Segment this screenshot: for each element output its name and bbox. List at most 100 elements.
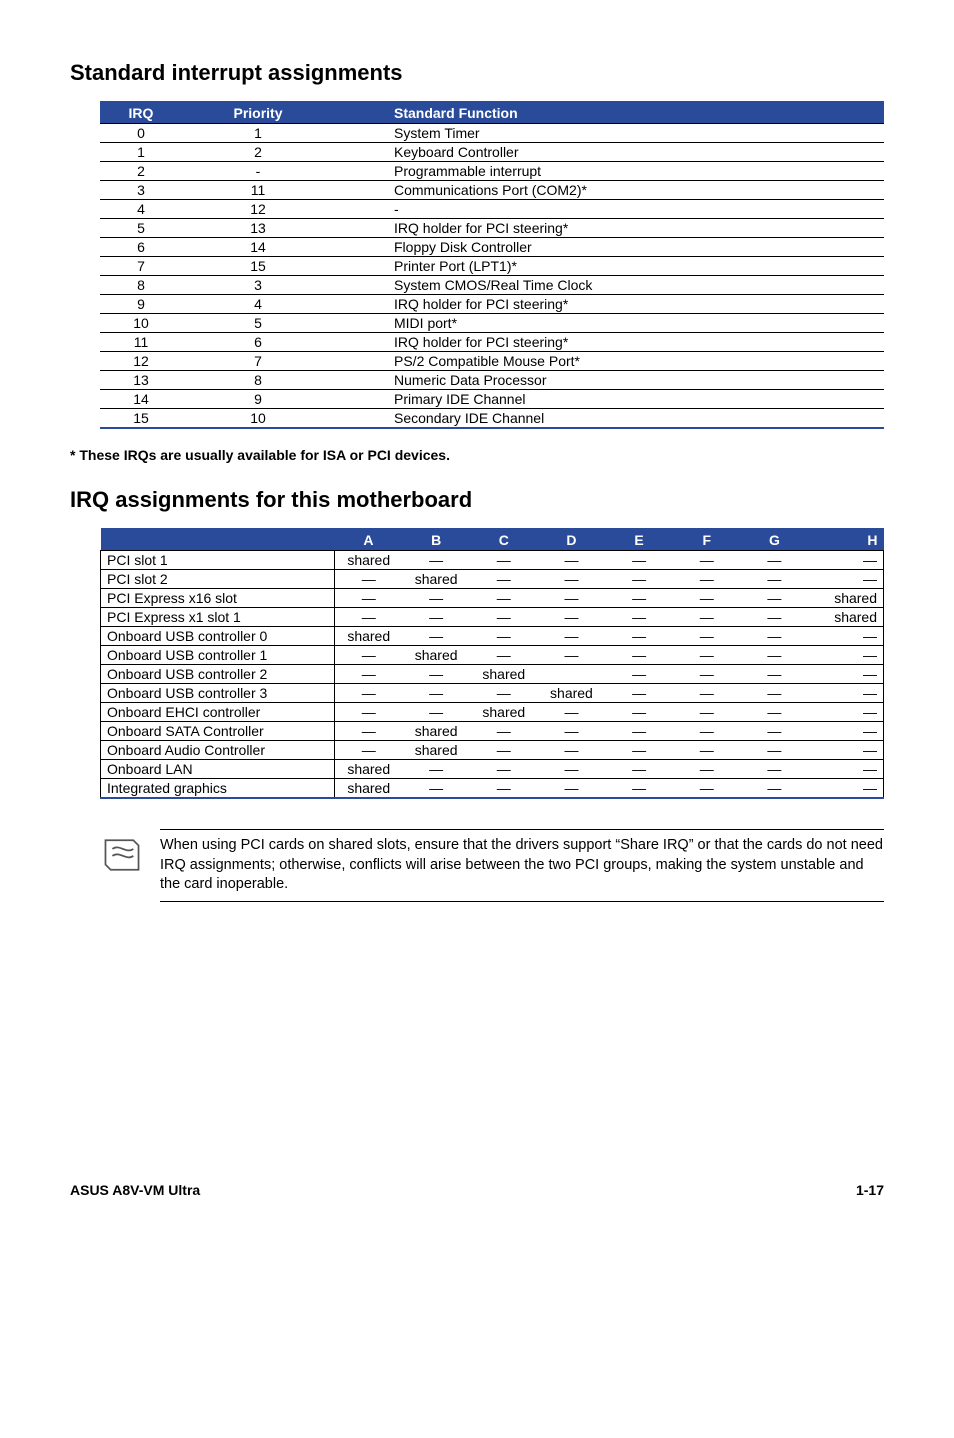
t1-cell-pri: 9: [182, 390, 334, 409]
page-footer: ASUS A8V-VM Ultra 1-17: [70, 1182, 884, 1198]
t2-cell: —: [808, 551, 883, 570]
t2-cell: —: [741, 551, 809, 570]
t2-cell: —: [673, 665, 741, 684]
table-row: 513IRQ holder for PCI steering*: [100, 219, 884, 238]
t2-cell: —: [605, 779, 673, 799]
table-row: Onboard USB controller 1—shared——————: [101, 646, 884, 665]
t1-cell-func: IRQ holder for PCI steering*: [334, 219, 884, 238]
t2-cell: shared: [402, 722, 470, 741]
t2-cell: —: [470, 646, 538, 665]
t1-cell-irq: 3: [100, 181, 182, 200]
table-row: 1510Secondary IDE Channel: [100, 409, 884, 429]
t2-cell: —: [808, 760, 883, 779]
t1-cell-func: IRQ holder for PCI steering*: [334, 295, 884, 314]
t2-cell: —: [538, 646, 606, 665]
heading-standard-interrupt: Standard interrupt assignments: [70, 60, 884, 86]
t2-row-name: Onboard LAN: [101, 760, 335, 779]
table-row: PCI slot 1shared———————: [101, 551, 884, 570]
t1-cell-irq: 4: [100, 200, 182, 219]
t2-cell: —: [808, 665, 883, 684]
t2-header-a: A: [335, 529, 403, 551]
t1-cell-irq: 10: [100, 314, 182, 333]
t1-cell-func: PS/2 Compatible Mouse Port*: [334, 352, 884, 371]
t2-cell: shared: [402, 570, 470, 589]
table-row: Integrated graphicsshared———————: [101, 779, 884, 799]
table-row: PCI Express x16 slot———————shared: [101, 589, 884, 608]
table-row: 105MIDI port*: [100, 314, 884, 333]
t2-header-d: D: [538, 529, 606, 551]
table-row: Onboard SATA Controller—shared——————: [101, 722, 884, 741]
t2-cell: —: [335, 684, 403, 703]
table-row: Onboard Audio Controller—shared——————: [101, 741, 884, 760]
t1-cell-irq: 7: [100, 257, 182, 276]
table-row: 412-: [100, 200, 884, 219]
t2-cell: —: [808, 684, 883, 703]
t1-cell-pri: 10: [182, 409, 334, 429]
t2-cell: —: [538, 703, 606, 722]
t2-cell: —: [335, 741, 403, 760]
t1-cell-irq: 2: [100, 162, 182, 181]
t2-cell: —: [808, 570, 883, 589]
t2-cell: shared: [808, 589, 883, 608]
t2-header-empty: [101, 529, 335, 551]
table-row: Onboard USB controller 0shared———————: [101, 627, 884, 646]
t2-cell: —: [402, 779, 470, 799]
t2-cell: —: [673, 589, 741, 608]
t2-header-c: C: [470, 529, 538, 551]
t2-cell: —: [605, 627, 673, 646]
t2-cell: —: [470, 684, 538, 703]
t2-cell: —: [538, 760, 606, 779]
info-callout-text: When using PCI cards on shared slots, en…: [160, 829, 884, 902]
t1-cell-pri: 8: [182, 371, 334, 390]
t1-cell-func: Communications Port (COM2)*: [334, 181, 884, 200]
t2-cell: —: [808, 741, 883, 760]
t2-cell: —: [402, 703, 470, 722]
t1-cell-pri: -: [182, 162, 334, 181]
t2-cell: —: [673, 551, 741, 570]
t2-cell: shared: [402, 741, 470, 760]
t2-cell: —: [470, 722, 538, 741]
table-row: 12Keyboard Controller: [100, 143, 884, 162]
t2-cell: —: [673, 684, 741, 703]
t2-cell: —: [741, 589, 809, 608]
t2-cell: —: [402, 627, 470, 646]
note-icon: [100, 829, 160, 878]
t2-row-name: PCI Express x1 slot 1: [101, 608, 335, 627]
t2-cell: —: [605, 551, 673, 570]
t2-row-name: Onboard Audio Controller: [101, 741, 335, 760]
t2-row-name: Onboard USB controller 2: [101, 665, 335, 684]
t1-cell-irq: 14: [100, 390, 182, 409]
t1-cell-irq: 12: [100, 352, 182, 371]
t2-cell: —: [538, 741, 606, 760]
t2-cell: shared: [335, 551, 403, 570]
t2-cell: —: [741, 627, 809, 646]
t2-cell: —: [605, 722, 673, 741]
table-row: 715Printer Port (LPT1)*: [100, 257, 884, 276]
t1-cell-pri: 11: [182, 181, 334, 200]
t1-cell-pri: 2: [182, 143, 334, 162]
t1-cell-pri: 7: [182, 352, 334, 371]
t2-cell: —: [808, 779, 883, 799]
table-row: 116IRQ holder for PCI steering*: [100, 333, 884, 352]
t1-cell-func: Keyboard Controller: [334, 143, 884, 162]
t2-cell: —: [335, 608, 403, 627]
t2-cell: —: [402, 589, 470, 608]
t2-row-name: PCI Express x16 slot: [101, 589, 335, 608]
t2-cell: —: [741, 608, 809, 627]
t2-cell: —: [673, 570, 741, 589]
t2-header-h: H: [808, 529, 883, 551]
t2-cell: —: [808, 722, 883, 741]
t1-cell-func: -: [334, 200, 884, 219]
t2-cell: —: [335, 722, 403, 741]
t2-cell: —: [402, 551, 470, 570]
table-row: 83System CMOS/Real Time Clock: [100, 276, 884, 295]
t1-header-priority: Priority: [182, 102, 334, 124]
t2-cell: shared: [335, 779, 403, 799]
t2-header-b: B: [402, 529, 470, 551]
t2-cell: —: [673, 627, 741, 646]
t1-cell-func: Programmable interrupt: [334, 162, 884, 181]
t2-cell: —: [402, 760, 470, 779]
t2-cell: —: [335, 570, 403, 589]
t2-cell: shared: [470, 665, 538, 684]
t2-cell: —: [605, 608, 673, 627]
